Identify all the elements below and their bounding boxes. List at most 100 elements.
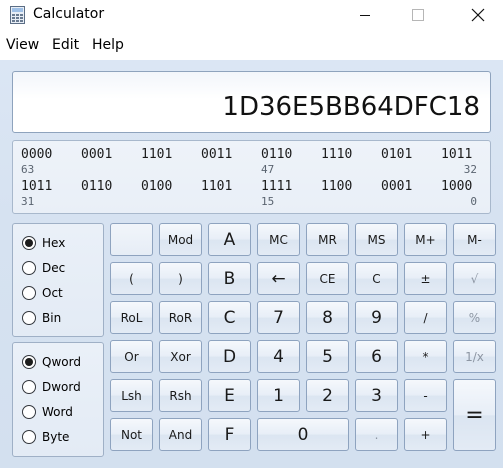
radio-byte[interactable]: Byte: [22, 427, 69, 447]
hex-c-key[interactable]: C: [208, 301, 251, 334]
digit-7-key[interactable]: 7: [257, 301, 300, 334]
bit-nibble[interactable]: 1101: [141, 147, 172, 162]
subtract-key[interactable]: -: [404, 379, 447, 412]
open-paren-key[interactable]: (: [110, 262, 153, 295]
bit-nibble[interactable]: 0000: [21, 147, 52, 162]
number-base-group: Hex Dec Oct Bin: [12, 223, 104, 337]
digit-1-key[interactable]: 1: [257, 379, 300, 412]
or-key[interactable]: Or: [110, 340, 153, 373]
bit-position-label: 47: [261, 163, 275, 176]
digit-9-key[interactable]: 9: [355, 301, 398, 334]
clear-key[interactable]: C: [355, 262, 398, 295]
radio-button[interactable]: [22, 380, 36, 394]
radio-word[interactable]: Word: [22, 402, 73, 422]
bit-nibble[interactable]: 0011: [201, 147, 232, 162]
menu-view[interactable]: View: [6, 37, 39, 53]
radio-dword[interactable]: Dword: [22, 377, 81, 397]
hex-f-key[interactable]: F: [208, 418, 251, 451]
radio-label: Hex: [42, 236, 66, 250]
menu-bar: View Edit Help: [0, 34, 503, 56]
radio-bin[interactable]: Bin: [22, 308, 61, 328]
window-title: Calculator: [33, 6, 105, 22]
radio-hex[interactable]: Hex: [22, 233, 65, 253]
and-key[interactable]: And: [159, 418, 202, 451]
close-button[interactable]: [455, 0, 501, 30]
multiply-key[interactable]: *: [404, 340, 447, 373]
memory-subtract-key[interactable]: M-: [453, 223, 496, 256]
bit-nibble[interactable]: 1100: [321, 179, 352, 194]
digit-6-key[interactable]: 6: [355, 340, 398, 373]
hex-b-key[interactable]: B: [208, 262, 251, 295]
bit-position-label: 31: [21, 195, 35, 208]
reciprocal-key[interactable]: 1/x: [453, 340, 496, 373]
clear-entry-key[interactable]: CE: [306, 262, 349, 295]
close-paren-key[interactable]: ): [159, 262, 202, 295]
radio-button-selected[interactable]: [22, 236, 36, 250]
bit-position-label: 0: [470, 195, 477, 208]
maximize-button[interactable]: [395, 0, 441, 30]
radio-button[interactable]: [22, 405, 36, 419]
radio-oct[interactable]: Oct: [22, 283, 63, 303]
rotate-left-key[interactable]: RoL: [110, 301, 153, 334]
radio-button[interactable]: [22, 430, 36, 444]
right-shift-key[interactable]: Rsh: [159, 379, 202, 412]
bit-nibble[interactable]: 1101: [201, 179, 232, 194]
bit-nibble[interactable]: 0110: [81, 179, 112, 194]
mod-key[interactable]: Mod: [159, 223, 202, 256]
bit-nibble[interactable]: 0001: [381, 179, 412, 194]
bit-position-label: 32: [463, 163, 477, 176]
equals-key[interactable]: =: [453, 379, 496, 451]
left-shift-key[interactable]: Lsh: [110, 379, 153, 412]
bit-nibble[interactable]: 1110: [321, 147, 352, 162]
digit-4-key[interactable]: 4: [257, 340, 300, 373]
menu-edit[interactable]: Edit: [52, 37, 79, 53]
bit-nibble[interactable]: 0001: [81, 147, 112, 162]
bit-nibble[interactable]: 0101: [381, 147, 412, 162]
bit-nibble[interactable]: 1011: [21, 179, 52, 194]
memory-clear-key[interactable]: MC: [257, 223, 300, 256]
hex-d-key[interactable]: D: [208, 340, 251, 373]
memory-add-key[interactable]: M+: [404, 223, 447, 256]
maximize-icon: [412, 9, 424, 21]
bit-nibble[interactable]: 0110: [261, 147, 292, 162]
radio-button[interactable]: [22, 261, 36, 275]
digit-3-key[interactable]: 3: [355, 379, 398, 412]
bit-nibble[interactable]: 1111: [261, 179, 292, 194]
divide-key[interactable]: /: [404, 301, 447, 334]
radio-button[interactable]: [22, 286, 36, 300]
decimal-key[interactable]: .: [355, 418, 398, 451]
calculator-body: 1D36E5BB64DFC18 0000 0001 1101 0011 0110…: [0, 60, 503, 468]
not-key[interactable]: Not: [110, 418, 153, 451]
digit-5-key[interactable]: 5: [306, 340, 349, 373]
radio-label: Word: [42, 405, 73, 419]
digit-2-key[interactable]: 2: [306, 379, 349, 412]
add-key[interactable]: +: [404, 418, 447, 451]
radio-button[interactable]: [22, 311, 36, 325]
digit-8-key[interactable]: 8: [306, 301, 349, 334]
sqrt-key[interactable]: √: [453, 262, 496, 295]
memory-recall-key[interactable]: MR: [306, 223, 349, 256]
digit-0-key[interactable]: 0: [257, 418, 349, 451]
radio-qword[interactable]: Qword: [22, 352, 81, 372]
rotate-right-key[interactable]: RoR: [159, 301, 202, 334]
percent-key[interactable]: %: [453, 301, 496, 334]
hex-e-key[interactable]: E: [208, 379, 251, 412]
menu-help[interactable]: Help: [92, 37, 124, 53]
hex-a-key[interactable]: A: [208, 223, 251, 256]
memory-store-key[interactable]: MS: [355, 223, 398, 256]
bit-nibble[interactable]: 0100: [141, 179, 172, 194]
radio-dec[interactable]: Dec: [22, 258, 65, 278]
radio-label: Oct: [42, 286, 63, 300]
xor-key[interactable]: Xor: [159, 340, 202, 373]
bit-position-label: 15: [261, 195, 275, 208]
negate-key[interactable]: ±: [404, 262, 447, 295]
blank-key: [110, 223, 153, 256]
radio-button-selected[interactable]: [22, 355, 36, 369]
bit-nibble[interactable]: 1011: [441, 147, 472, 162]
radio-label: Dec: [42, 261, 66, 275]
result-display: 1D36E5BB64DFC18: [12, 71, 491, 133]
close-icon: [471, 8, 485, 22]
bit-nibble[interactable]: 1000: [441, 179, 472, 194]
minimize-button[interactable]: [342, 0, 388, 30]
backspace-key[interactable]: ←: [257, 262, 300, 295]
